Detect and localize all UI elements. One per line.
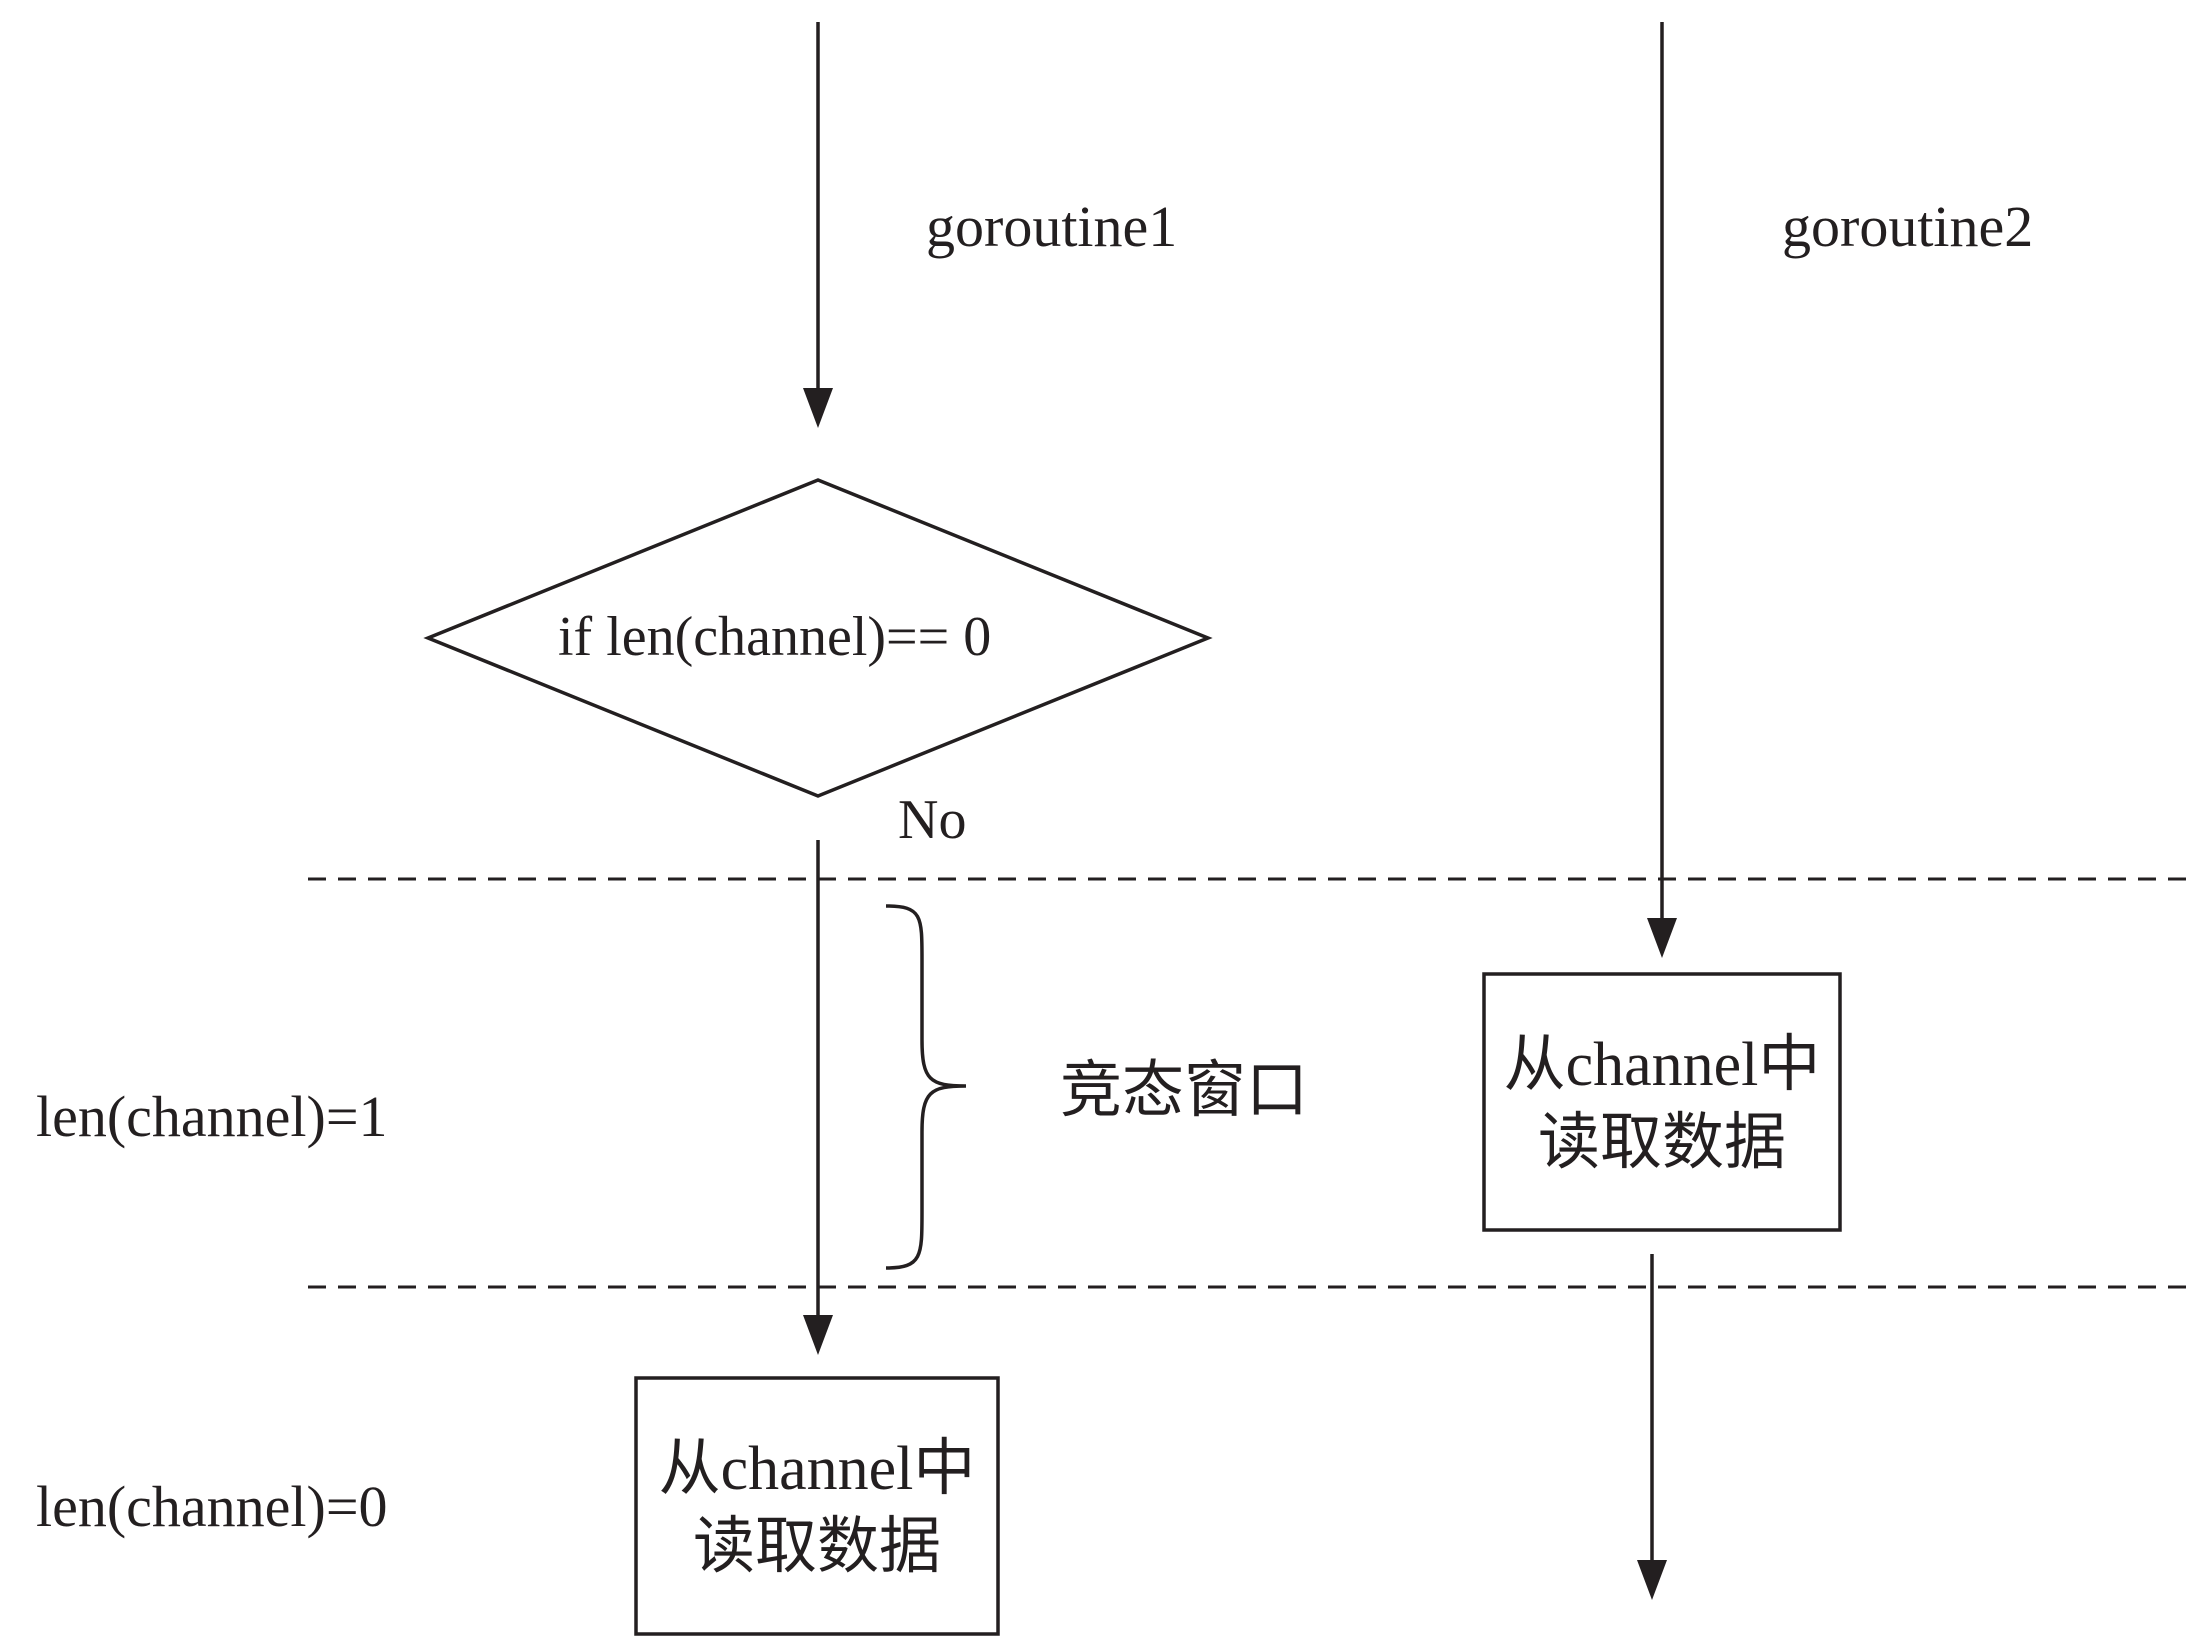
g2-read-box-line1: 从channel中	[1503, 1031, 1821, 1099]
g1-read-box-line2: 读取数据	[692, 1513, 941, 1581]
g2-read-box-text: 从channel中 读取数据	[1484, 1026, 1840, 1182]
race-window-brace	[885, 904, 967, 1270]
g2-entry-arrow	[1647, 22, 1677, 958]
lane-label-goroutine1: goroutine1	[926, 194, 1178, 259]
level-label-len-one: len(channel)=1	[36, 1084, 388, 1149]
no-branch-label: No	[898, 789, 967, 851]
lane-label-goroutine2: goroutine2	[1782, 194, 2034, 259]
g1-no-branch-arrow	[803, 840, 833, 1355]
g2-read-box-line2: 读取数据	[1537, 1109, 1786, 1177]
g1-read-box-line1: 从channel中	[658, 1435, 976, 1503]
race-window-label: 竞态窗口	[1060, 1057, 1309, 1125]
g1-entry-arrow	[803, 22, 833, 428]
g1-read-box-text: 从channel中 读取数据	[636, 1430, 998, 1586]
decision-condition: if len(channel)== 0	[558, 606, 992, 668]
level-label-len-zero: len(channel)=0	[36, 1474, 388, 1539]
g2-exit-arrow	[1637, 1254, 1667, 1600]
